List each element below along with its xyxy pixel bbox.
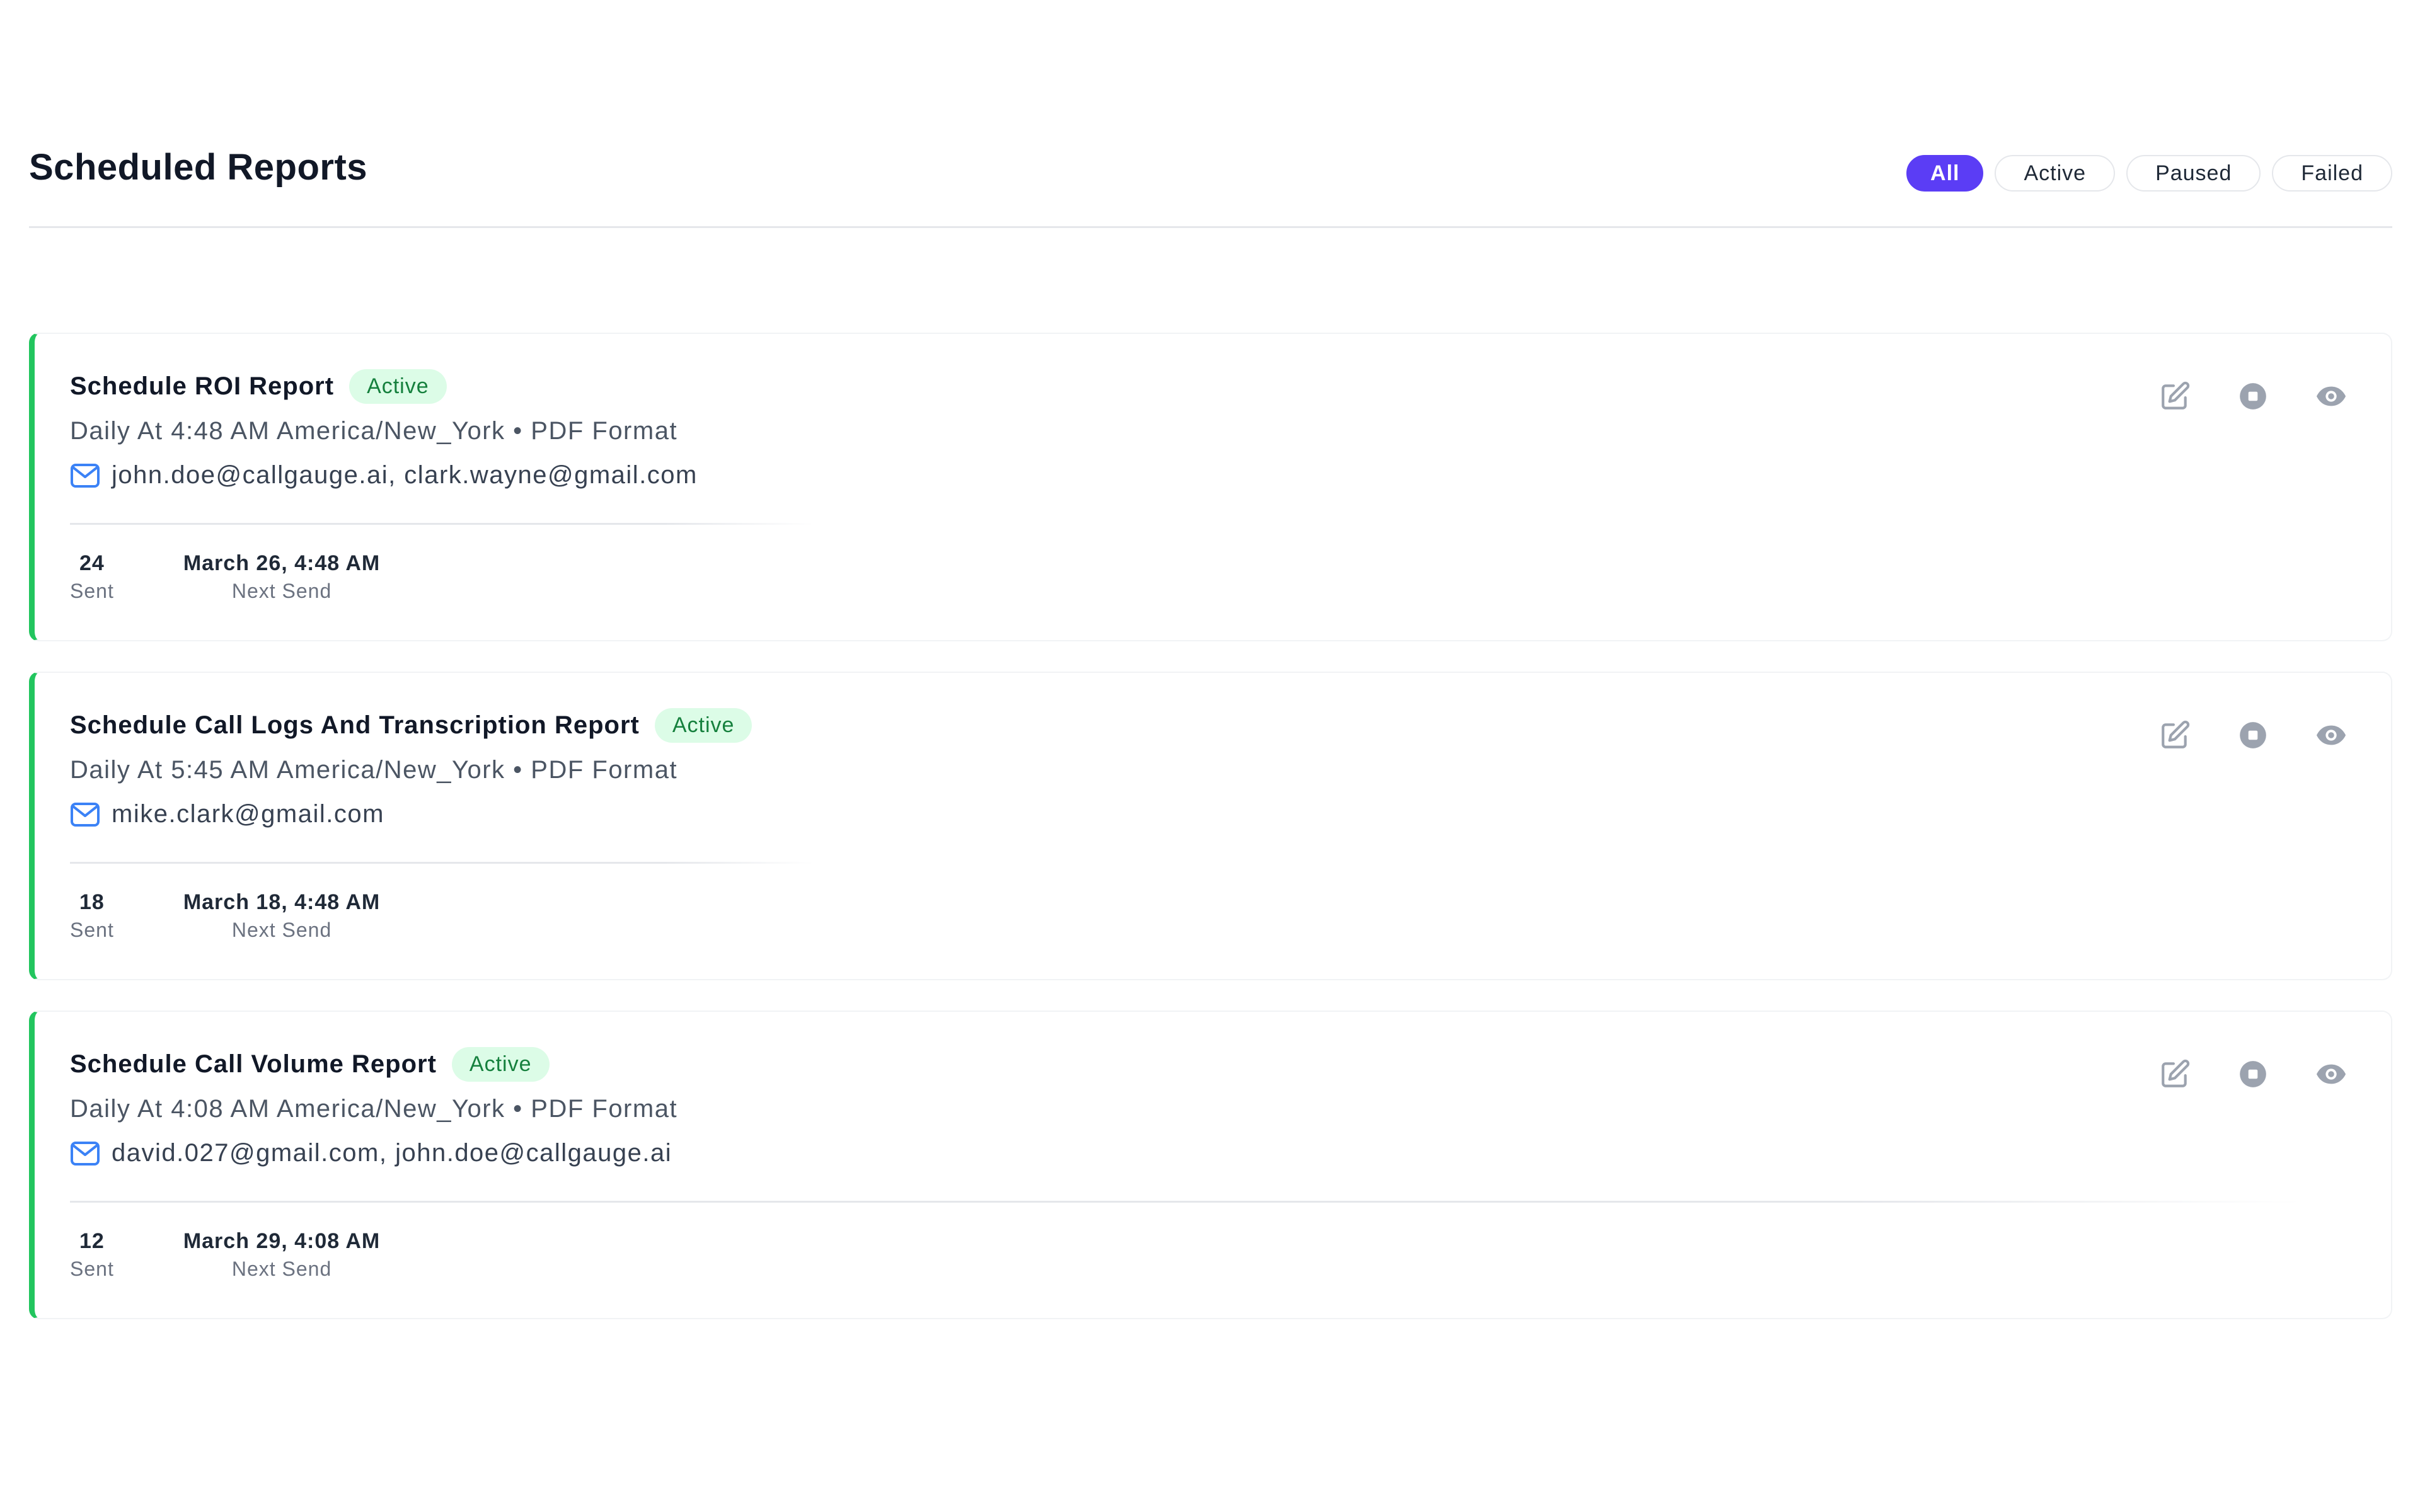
report-card: Schedule Call Volume Report Active Daily… (29, 1011, 2392, 1319)
status-badge: Active (349, 369, 447, 404)
next-send-label: Next Send (231, 580, 332, 602)
eye-icon (2316, 386, 2346, 406)
report-schedule: Daily At 4:08 AM America/New_York • PDF … (70, 1095, 678, 1123)
report-title: Schedule Call Logs And Transcription Rep… (70, 711, 640, 739)
sent-count: 24 (79, 551, 105, 575)
sent-stat: 24 Sent (70, 551, 114, 603)
card-divider (70, 1201, 2301, 1203)
next-send-label: Next Send (231, 1257, 332, 1280)
card-divider (70, 862, 814, 864)
report-stats: 18 Sent March 18, 4:48 AM Next Send (70, 890, 380, 942)
stop-report-button[interactable] (2237, 719, 2269, 751)
next-send-value: March 29, 4:08 AM (183, 1229, 381, 1253)
sent-stat: 12 Sent (70, 1229, 114, 1281)
sent-label: Sent (70, 1257, 114, 1280)
report-title-row: Schedule ROI Report Active (70, 369, 447, 404)
view-report-button[interactable] (2315, 381, 2347, 412)
report-actions (2159, 381, 2347, 412)
view-report-button[interactable] (2315, 1058, 2347, 1090)
recipients-row: john.doe@callgauge.ai, clark.wayne@gmail… (70, 461, 698, 490)
filter-paused-button[interactable]: Paused (2126, 155, 2261, 192)
report-list: Schedule ROI Report Active Daily At 4:48… (29, 333, 2392, 1349)
filter-active-button[interactable]: Active (1995, 155, 2116, 192)
next-send-stat: March 29, 4:08 AM Next Send (183, 1229, 380, 1281)
filter-all-button[interactable]: All (1906, 155, 1984, 192)
sent-count: 18 (79, 890, 105, 914)
report-recipients: david.027@gmail.com, john.doe@callgauge.… (112, 1139, 672, 1167)
sent-stat: 18 Sent (70, 890, 114, 942)
filter-failed-button[interactable]: Failed (2272, 155, 2392, 192)
sent-count: 12 (79, 1229, 105, 1253)
report-card: Schedule ROI Report Active Daily At 4:48… (29, 333, 2392, 641)
mail-icon (70, 1141, 100, 1166)
edit-report-button[interactable] (2159, 1058, 2191, 1090)
report-actions (2159, 719, 2347, 751)
report-schedule: Daily At 5:45 AM America/New_York • PDF … (70, 756, 678, 784)
mail-icon (70, 802, 100, 827)
eye-icon (2316, 725, 2346, 745)
edit-report-button[interactable] (2159, 381, 2191, 412)
report-schedule: Daily At 4:48 AM America/New_York • PDF … (70, 417, 678, 445)
report-title: Schedule ROI Report (70, 372, 335, 400)
report-recipients: john.doe@callgauge.ai, clark.wayne@gmail… (112, 461, 698, 489)
sent-label: Sent (70, 919, 114, 941)
next-send-stat: March 26, 4:48 AM Next Send (183, 551, 380, 603)
edit-icon (2162, 381, 2190, 410)
recipients-row: david.027@gmail.com, john.doe@callgauge.… (70, 1139, 672, 1167)
report-title-row: Schedule Call Logs And Transcription Rep… (70, 708, 752, 743)
edit-icon (2162, 720, 2190, 748)
view-report-button[interactable] (2315, 719, 2347, 751)
report-recipients: mike.clark@gmail.com (112, 800, 384, 828)
report-stats: 24 Sent March 26, 4:48 AM Next Send (70, 551, 380, 603)
eye-icon (2316, 1064, 2346, 1084)
report-actions (2159, 1058, 2347, 1090)
page-header: Scheduled Reports All Active Paused Fail… (29, 145, 2392, 228)
stop-report-button[interactable] (2237, 1058, 2269, 1090)
mail-icon (70, 463, 100, 488)
stop-icon (2240, 722, 2266, 748)
sent-label: Sent (70, 580, 114, 602)
recipients-row: mike.clark@gmail.com (70, 800, 384, 828)
report-card: Schedule Call Logs And Transcription Rep… (29, 672, 2392, 980)
report-title: Schedule Call Volume Report (70, 1050, 437, 1078)
next-send-value: March 26, 4:48 AM (183, 551, 381, 575)
edit-report-button[interactable] (2159, 719, 2191, 751)
stop-icon (2240, 1061, 2266, 1087)
report-title-row: Schedule Call Volume Report Active (70, 1047, 550, 1082)
page-title: Scheduled Reports (29, 147, 368, 188)
stop-report-button[interactable] (2237, 381, 2269, 412)
edit-icon (2162, 1059, 2190, 1087)
stop-icon (2240, 383, 2266, 410)
status-filter-group: All Active Paused Failed (1906, 155, 2392, 192)
scheduled-reports-page: Scheduled Reports All Active Paused Fail… (0, 0, 2420, 1512)
next-send-label: Next Send (231, 919, 332, 941)
report-stats: 12 Sent March 29, 4:08 AM Next Send (70, 1229, 380, 1281)
card-divider (70, 523, 814, 525)
next-send-value: March 18, 4:48 AM (183, 890, 381, 914)
status-badge: Active (451, 1047, 550, 1082)
next-send-stat: March 18, 4:48 AM Next Send (183, 890, 380, 942)
status-badge: Active (654, 708, 752, 743)
